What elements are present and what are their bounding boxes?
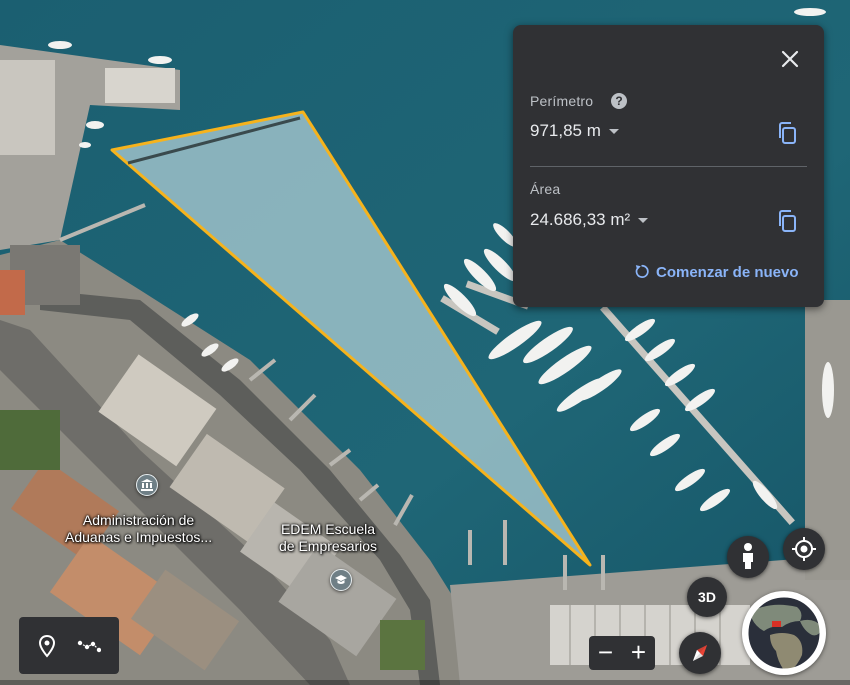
green-area [0, 410, 60, 470]
view-3d-label: 3D [698, 589, 716, 605]
panel-divider [530, 166, 807, 167]
perimeter-value-text: 971,85 m [530, 121, 601, 140]
perimeter-value[interactable]: 971,85 m [530, 121, 619, 141]
my-location-icon [792, 537, 816, 561]
compass-button[interactable] [679, 632, 721, 674]
customs-label-line2: Aduanas e Impuestos... [65, 529, 213, 545]
area-label: Área [530, 181, 561, 197]
help-icon[interactable]: ? [611, 93, 627, 109]
bottom-tools [19, 617, 119, 674]
chevron-down-icon[interactable] [638, 218, 649, 224]
customs-office-label[interactable]: Administración de Aduanas e Impuestos... [65, 512, 212, 546]
bank-icon [141, 479, 153, 491]
compass-icon [693, 645, 707, 661]
area-value[interactable]: 24.686,33 m² [530, 210, 649, 230]
map-bottom-edge [0, 680, 850, 685]
place-pin-icon[interactable] [330, 569, 352, 591]
pegman-icon [743, 543, 753, 569]
zoom-control: − + [589, 636, 655, 670]
place-pin-icon[interactable] [35, 634, 59, 658]
green-area [380, 620, 425, 670]
close-icon[interactable] [778, 47, 802, 71]
place-pin-icon[interactable] [136, 474, 158, 496]
building [0, 60, 55, 155]
restart-icon [635, 264, 649, 278]
building [0, 270, 25, 315]
perimeter-label: Perímetro [530, 93, 594, 109]
restart-button[interactable]: Comenzar de nuevo [633, 263, 799, 281]
restart-label: Comenzar de nuevo [656, 264, 799, 281]
area-value-text: 24.686,33 m² [530, 210, 631, 229]
copy-icon[interactable] [775, 121, 799, 145]
zoom-out-button[interactable]: − [589, 636, 622, 670]
school-icon [335, 575, 347, 584]
view-3d-button[interactable]: 3D [687, 577, 727, 617]
building [105, 68, 175, 103]
my-location-button[interactable] [783, 528, 825, 570]
edem-label-line1: EDEM Escuela [280, 521, 376, 537]
copy-icon[interactable] [775, 209, 799, 233]
customs-label-line1: Administración de [82, 512, 195, 528]
pegman-button[interactable] [727, 536, 769, 578]
edem-label-line2: de Empresarios [279, 538, 378, 554]
measure-path-icon[interactable] [77, 634, 101, 658]
measure-panel: Perímetro ? 971,85 m Área 24.686,33 m² C… [513, 25, 824, 307]
edem-school-label[interactable]: EDEM Escuela de Empresarios [279, 521, 377, 555]
chevron-down-icon[interactable] [608, 129, 619, 135]
zoom-in-button[interactable]: + [622, 636, 655, 670]
globe-icon [745, 594, 823, 672]
globe-button[interactable] [742, 591, 826, 675]
